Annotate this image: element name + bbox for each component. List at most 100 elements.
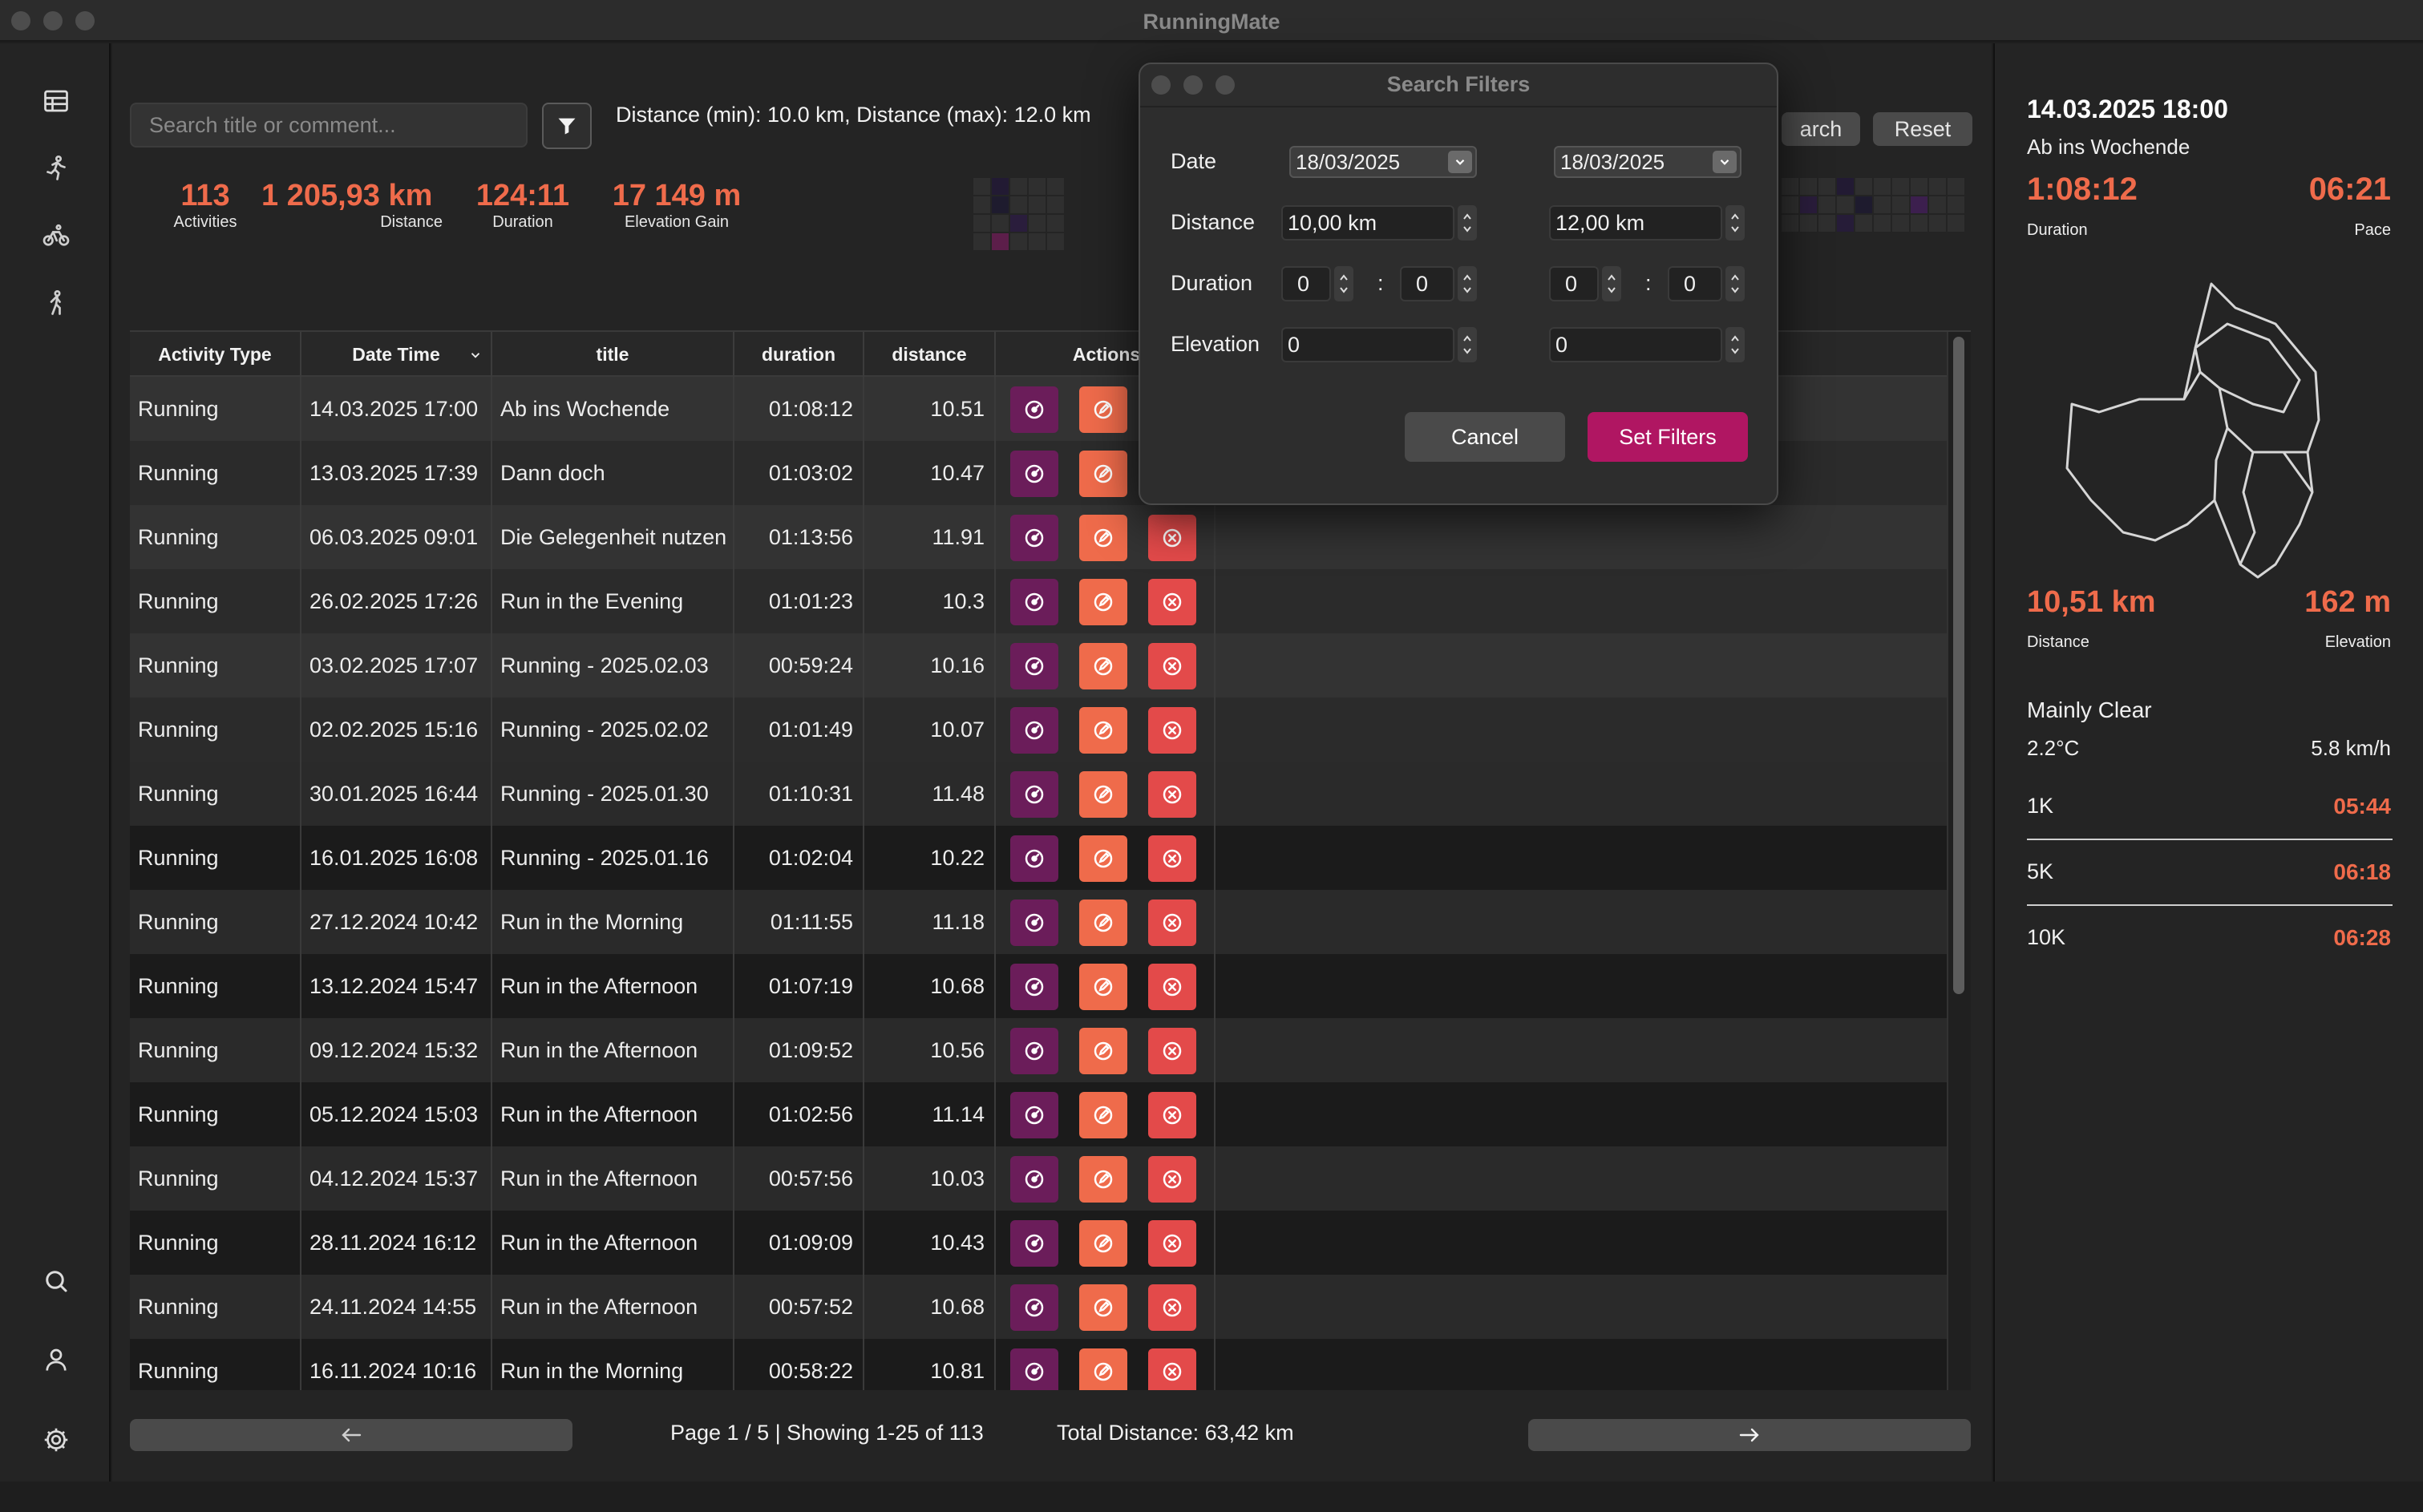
edit-activity-button[interactable]: [1079, 707, 1127, 754]
date-to-picker[interactable]: 18/03/2025: [1554, 146, 1741, 178]
view-activity-button[interactable]: [1010, 1156, 1058, 1203]
delete-activity-button[interactable]: [1148, 1284, 1196, 1331]
column-activity-type[interactable]: Activity Type: [130, 332, 301, 377]
table-row[interactable]: Running 30.01.2025 16:44 Running - 2025.01…: [130, 762, 1952, 826]
edit-activity-button[interactable]: [1079, 579, 1127, 625]
duration-max-hours-stepper[interactable]: [1602, 266, 1621, 301]
date-to-dropdown[interactable]: [1713, 151, 1737, 173]
search-input[interactable]: [130, 103, 528, 148]
delete-activity-button[interactable]: [1148, 1092, 1196, 1138]
table-row[interactable]: Running 05.12.2024 15:03 Run in the Aftern…: [130, 1082, 1952, 1146]
view-activity-button[interactable]: [1010, 386, 1058, 433]
edit-activity-button[interactable]: [1079, 964, 1127, 1010]
column-date-time[interactable]: Date Time: [301, 332, 492, 377]
nav-running[interactable]: [34, 146, 79, 191]
elevation-min-stepper[interactable]: [1458, 327, 1477, 362]
edit-activity-button[interactable]: [1079, 1220, 1127, 1267]
table-row[interactable]: Running 28.11.2024 16:12 Run in the Aftern…: [130, 1211, 1952, 1275]
edit-activity-button[interactable]: [1079, 771, 1127, 818]
edit-activity-button[interactable]: [1079, 1028, 1127, 1074]
view-activity-button[interactable]: [1010, 964, 1058, 1010]
edit-activity-button[interactable]: [1079, 386, 1127, 433]
delete-activity-button[interactable]: [1148, 515, 1196, 561]
table-row[interactable]: Running 16.11.2024 10:16 Run in the Mornin…: [130, 1339, 1952, 1390]
distance-max-field[interactable]: 12,00 km: [1549, 205, 1722, 241]
table-row[interactable]: Running 27.12.2024 10:42 Run in the Mornin…: [130, 890, 1952, 954]
edit-activity-button[interactable]: [1079, 1284, 1127, 1331]
nav-walking[interactable]: [34, 281, 79, 325]
view-activity-button[interactable]: [1010, 1284, 1058, 1331]
column-distance[interactable]: distance: [864, 332, 996, 377]
table-row[interactable]: Running 06.03.2025 09:01 Die Gelegenheit n…: [130, 505, 1952, 569]
delete-activity-button[interactable]: [1148, 1348, 1196, 1390]
view-activity-button[interactable]: [1010, 1028, 1058, 1074]
view-activity-button[interactable]: [1010, 515, 1058, 561]
view-activity-button[interactable]: [1010, 579, 1058, 625]
duration-min-hours-field[interactable]: 0: [1281, 266, 1331, 301]
table-row[interactable]: Running 03.02.2025 17:07 Running - 2025.02…: [130, 633, 1952, 697]
table-row[interactable]: Running 26.02.2025 17:26 Run in the Evenin…: [130, 569, 1952, 633]
filter-button[interactable]: [542, 103, 592, 149]
date-from-dropdown[interactable]: [1448, 151, 1472, 173]
edit-activity-button[interactable]: [1079, 515, 1127, 561]
edit-activity-button[interactable]: [1079, 900, 1127, 946]
table-row[interactable]: Running 13.12.2024 15:47 Run in the Aftern…: [130, 954, 1952, 1018]
delete-activity-button[interactable]: [1148, 643, 1196, 689]
view-activity-button[interactable]: [1010, 835, 1058, 882]
delete-activity-button[interactable]: [1148, 707, 1196, 754]
delete-activity-button[interactable]: [1148, 1220, 1196, 1267]
view-activity-button[interactable]: [1010, 451, 1058, 497]
table-row[interactable]: Running 02.02.2025 15:16 Running - 2025.02…: [130, 697, 1952, 762]
view-activity-button[interactable]: [1010, 643, 1058, 689]
distance-min-stepper[interactable]: [1458, 205, 1477, 241]
table-row[interactable]: Running 04.12.2024 15:37 Run in the Aftern…: [130, 1146, 1952, 1211]
edit-activity-button[interactable]: [1079, 1092, 1127, 1138]
edit-activity-button[interactable]: [1079, 643, 1127, 689]
table-row[interactable]: Running 16.01.2025 16:08 Running - 2025.01…: [130, 826, 1952, 890]
table-scroll-track[interactable]: [1947, 332, 1971, 1390]
elevation-min-field[interactable]: 0: [1281, 327, 1454, 362]
reset-button[interactable]: Reset: [1873, 112, 1972, 146]
date-from-picker[interactable]: 18/03/2025: [1289, 146, 1477, 178]
view-activity-button[interactable]: [1010, 1348, 1058, 1390]
delete-activity-button[interactable]: [1148, 900, 1196, 946]
nav-cycling[interactable]: [34, 213, 79, 258]
delete-activity-button[interactable]: [1148, 771, 1196, 818]
delete-activity-button[interactable]: [1148, 1028, 1196, 1074]
duration-max-minutes-stepper[interactable]: [1725, 266, 1745, 301]
duration-max-hours-field[interactable]: 0: [1549, 266, 1599, 301]
column-title[interactable]: title: [492, 332, 734, 377]
edit-activity-button[interactable]: [1079, 451, 1127, 497]
cancel-button[interactable]: Cancel: [1405, 412, 1565, 462]
nav-dashboard[interactable]: [34, 79, 79, 123]
delete-activity-button[interactable]: [1148, 579, 1196, 625]
duration-min-minutes-stepper[interactable]: [1458, 266, 1477, 301]
nav-settings[interactable]: [34, 1417, 79, 1462]
delete-activity-button[interactable]: [1148, 835, 1196, 882]
delete-activity-button[interactable]: [1148, 1156, 1196, 1203]
previous-page-button[interactable]: [130, 1419, 572, 1451]
view-activity-button[interactable]: [1010, 771, 1058, 818]
distance-max-stepper[interactable]: [1725, 205, 1745, 241]
edit-activity-button[interactable]: [1079, 1156, 1127, 1203]
nav-search[interactable]: [34, 1259, 79, 1304]
table-scrollbar-thumb[interactable]: [1953, 337, 1964, 994]
column-duration[interactable]: duration: [734, 332, 864, 377]
table-row[interactable]: Running 09.12.2024 15:32 Run in the Aftern…: [130, 1018, 1952, 1082]
edit-activity-button[interactable]: [1079, 1348, 1127, 1390]
view-activity-button[interactable]: [1010, 1092, 1058, 1138]
table-row[interactable]: Running 24.11.2024 14:55 Run in the Aftern…: [130, 1275, 1952, 1339]
duration-max-minutes-field[interactable]: 0: [1668, 266, 1722, 301]
duration-min-minutes-field[interactable]: 0: [1400, 266, 1454, 301]
duration-min-hours-stepper[interactable]: [1334, 266, 1353, 301]
delete-activity-button[interactable]: [1148, 964, 1196, 1010]
next-page-button[interactable]: [1528, 1419, 1971, 1451]
edit-activity-button[interactable]: [1079, 835, 1127, 882]
view-activity-button[interactable]: [1010, 707, 1058, 754]
search-button[interactable]: arch: [1782, 112, 1860, 146]
set-filters-button[interactable]: Set Filters: [1588, 412, 1748, 462]
view-activity-button[interactable]: [1010, 900, 1058, 946]
nav-profile[interactable]: [34, 1337, 79, 1382]
elevation-max-field[interactable]: 0: [1549, 327, 1722, 362]
distance-min-field[interactable]: 10,00 km: [1281, 205, 1454, 241]
